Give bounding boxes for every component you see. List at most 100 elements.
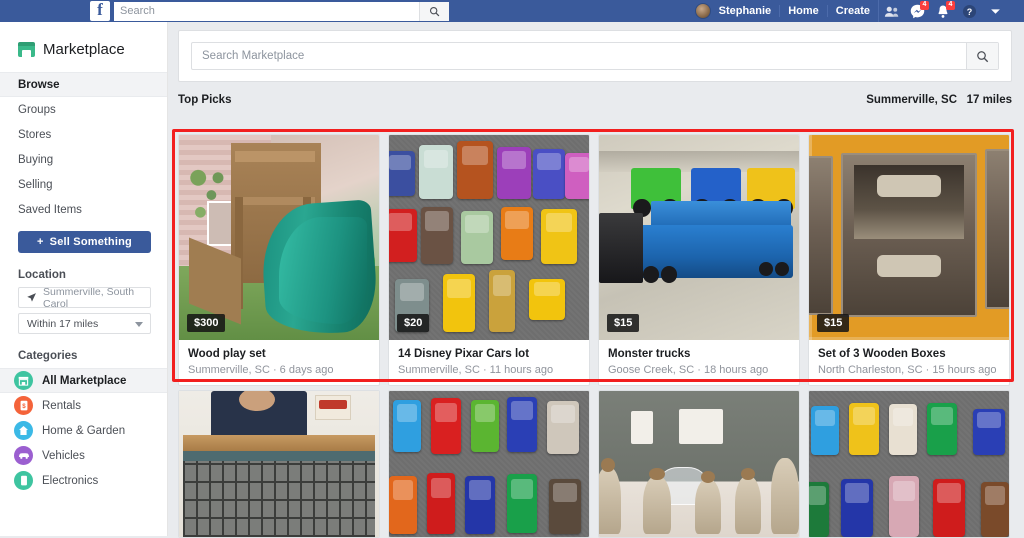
search-icon [429, 6, 440, 16]
create-link[interactable]: Create [826, 5, 878, 17]
rental-tag-icon: $ [14, 396, 33, 415]
category-all-marketplace[interactable]: All Marketplace [0, 368, 167, 393]
messages-button[interactable]: 4 [904, 0, 930, 22]
car-icon [14, 446, 33, 465]
location-heading: Location [18, 269, 66, 281]
chevron-down-icon [135, 322, 143, 327]
listing-caption: Set of 3 Wooden Boxes North Charleston, … [809, 340, 1009, 385]
sidebar-item-label: Buying [18, 153, 54, 166]
listing-title: 14 Disney Pixar Cars lot [398, 348, 530, 360]
page-body: Marketplace Browse Groups Stores Buying … [0, 22, 1024, 538]
plus-icon: + [37, 236, 44, 248]
listing-price: $15 [817, 314, 850, 332]
sidebar-item-groups[interactable]: Groups [0, 97, 167, 122]
listing-card[interactable]: $15 Set of 3 Wooden Boxes North Charlest… [808, 134, 1010, 386]
notifications-badge: 4 [946, 1, 955, 10]
sidebar-item-label: Selling [18, 178, 53, 191]
global-search-button[interactable] [419, 1, 449, 21]
help-icon: ? [962, 4, 976, 18]
notifications-button[interactable]: 4 [930, 0, 956, 22]
help-button[interactable]: ? [956, 0, 982, 22]
listing-photo-disney-cars-row[interactable] [389, 391, 589, 537]
listing-photo-wire-baskets[interactable] [179, 391, 379, 537]
sell-something-button[interactable]: + Sell Something [18, 231, 151, 253]
listing-card[interactable]: $20 14 Disney Pixar Cars lot Summerville… [388, 134, 590, 386]
global-search-input[interactable]: Search [114, 1, 449, 21]
listing-meta: Summerville, SC · 6 days ago [188, 364, 334, 376]
picks-location-radius: 17 miles [966, 94, 1012, 106]
listing-card[interactable] [388, 390, 590, 538]
home-icon [14, 421, 33, 440]
marketplace-search-button[interactable] [966, 43, 998, 69]
listing-photo-monster-trucks[interactable]: $15 [599, 135, 799, 340]
sell-something-label: Sell Something [49, 236, 132, 248]
listing-meta: North Charleston, SC · 15 hours ago [818, 364, 997, 376]
sidebar-item-label: Saved Items [18, 203, 82, 216]
sidebar-item-label: Stores [18, 128, 52, 141]
sidebar-item-stores[interactable]: Stores [0, 122, 167, 147]
sidebar-item-saved-items[interactable]: Saved Items [0, 197, 167, 222]
marketplace-search-placeholder: Search Marketplace [202, 50, 305, 62]
category-label: Home & Garden [42, 424, 126, 437]
listing-title: Monster trucks [608, 348, 691, 360]
listing-photo-figurines[interactable] [599, 391, 799, 537]
friends-icon [884, 6, 899, 17]
listing-title: Wood play set [188, 348, 266, 360]
category-label: Rentals [42, 399, 81, 412]
category-rentals[interactable]: $ Rentals [0, 393, 167, 418]
marketplace-title: Marketplace [43, 40, 125, 58]
sidebar-item-selling[interactable]: Selling [0, 172, 167, 197]
friend-requests-button[interactable] [878, 0, 904, 22]
avatar[interactable] [694, 3, 711, 19]
svg-text:$: $ [22, 403, 26, 410]
listing-title: Set of 3 Wooden Boxes [818, 348, 946, 360]
listing-caption: Monster trucks Goose Creek, SC · 18 hour… [599, 340, 799, 385]
home-link[interactable]: Home [779, 5, 827, 17]
listing-price: $300 [187, 314, 226, 332]
global-search-placeholder: Search [120, 5, 155, 17]
location-value: Summerville, South Carol [43, 287, 135, 308]
listing-price: $20 [397, 314, 430, 332]
listing-card[interactable]: $300 Wood play set Summerville, SC · 6 d… [178, 134, 380, 386]
listing-card[interactable] [178, 390, 380, 538]
listing-meta: Goose Creek, SC · 18 hours ago [608, 364, 769, 376]
sidebar-item-buying[interactable]: Buying [0, 147, 167, 172]
category-home-and-garden[interactable]: Home & Garden [0, 418, 167, 443]
top-picks-grid-row-1: $300 Wood play set Summerville, SC · 6 d… [178, 134, 1010, 386]
account-menu-button[interactable] [982, 0, 1008, 22]
listing-card[interactable] [598, 390, 800, 538]
location-input[interactable]: Summerville, South Carol [18, 287, 151, 308]
messenger-badge: 4 [920, 1, 929, 10]
category-label: All Marketplace [42, 374, 127, 387]
search-icon [977, 50, 989, 62]
sidebar-nav: Browse Groups Stores Buying Selling Save… [0, 72, 167, 222]
picks-location-city: Summerville, SC [866, 94, 957, 106]
radius-select[interactable]: Within 17 miles [18, 313, 151, 334]
top-picks-grid-row-2 [178, 390, 1010, 538]
sidebar-item-label: Browse [18, 78, 60, 91]
categories-heading: Categories [18, 350, 78, 362]
marketplace-search-input[interactable]: Search Marketplace [191, 42, 999, 70]
chevron-down-icon [990, 8, 1000, 14]
listing-photo-disney-pixar-cars[interactable]: $20 [389, 135, 589, 340]
listing-card[interactable] [808, 390, 1010, 538]
category-electronics[interactable]: Electronics [0, 468, 167, 493]
listing-photo-wood-play-set[interactable]: $300 [179, 135, 379, 340]
listing-card[interactable]: $15 Monster trucks Goose Creek, SC · 18 … [598, 134, 800, 386]
picks-location: Summerville, SC 17 miles [866, 94, 1012, 106]
profile-name-link[interactable]: Stephanie [711, 5, 780, 17]
category-vehicles[interactable]: Vehicles [0, 443, 167, 468]
storefront-icon [18, 41, 35, 57]
top-bar-right-cluster: Stephanie Home Create 4 4 ? [694, 0, 1024, 22]
marketplace-search-card: Search Marketplace [178, 30, 1012, 82]
listing-price: $15 [607, 314, 640, 332]
marketplace-main: Search Marketplace Top Picks Summerville… [168, 22, 1024, 538]
listing-photo-wooden-boxes[interactable]: $15 [809, 135, 1009, 340]
sidebar-item-browse[interactable]: Browse [0, 72, 167, 97]
sidebar-item-label: Groups [18, 103, 56, 116]
facebook-logo[interactable]: f [90, 1, 110, 21]
listing-photo-disney-cars-row-two[interactable] [809, 391, 1009, 537]
facebook-top-bar: f Search Stephanie Home Create 4 4 ? [0, 0, 1024, 22]
marketplace-header[interactable]: Marketplace [0, 34, 167, 64]
svg-text:?: ? [966, 6, 972, 16]
